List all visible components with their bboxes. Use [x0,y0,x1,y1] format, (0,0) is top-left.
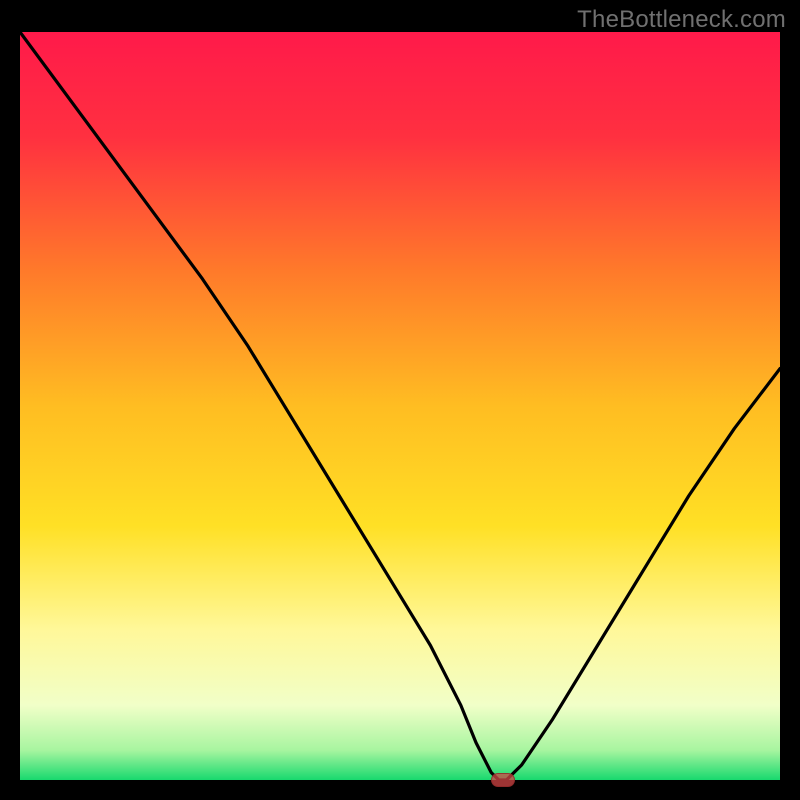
chart-svg [20,32,780,780]
optimal-point-marker [491,773,515,787]
chart-plot-area [20,32,780,780]
watermark-text: TheBottleneck.com [577,6,786,34]
chart-background [20,32,780,780]
